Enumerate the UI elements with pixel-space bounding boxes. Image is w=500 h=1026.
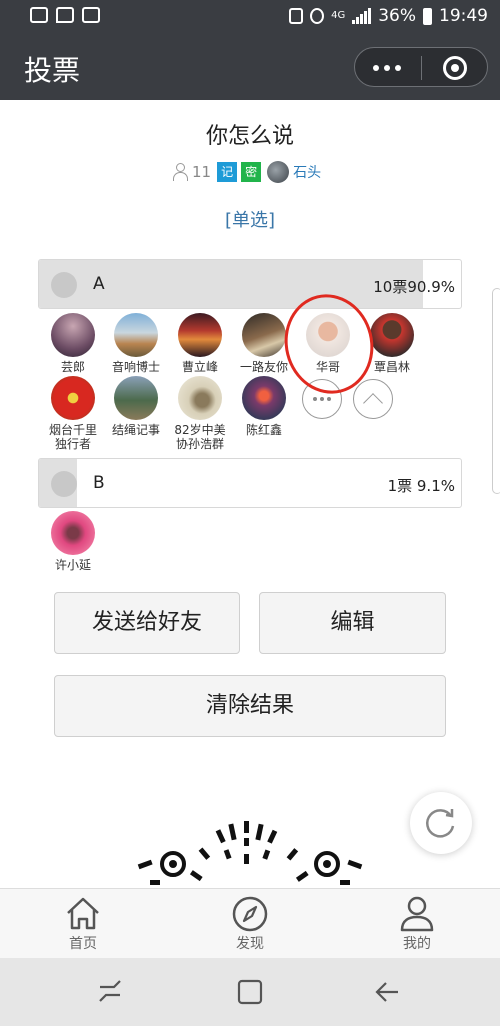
tab-home-label: 首页 — [69, 936, 97, 952]
clear-results-button[interactable]: 清除结果 — [54, 675, 446, 737]
voter[interactable]: 烟台千里 独行者 — [37, 376, 109, 451]
collapse-voters-button[interactable] — [353, 379, 393, 419]
refresh-icon — [426, 809, 455, 838]
voter-avatar — [51, 511, 95, 555]
voter-name: 音响博士 — [111, 360, 160, 374]
voter-avatar — [114, 376, 158, 420]
voter-name: 芸郎 — [60, 360, 85, 374]
option-a-radio[interactable] — [51, 272, 77, 298]
battery-icon — [423, 7, 432, 25]
secret-badge: 密 — [241, 162, 262, 182]
voter-name: 结绳记事 — [111, 423, 160, 437]
nav-title: 投票 — [24, 54, 81, 87]
voter-avatar — [114, 313, 158, 357]
voter[interactable]: 许小延 — [37, 511, 109, 572]
participant-count: 11 — [192, 163, 212, 181]
close-mini-program-icon[interactable] — [443, 56, 467, 80]
option-b[interactable]: B 1票 9.1% — [38, 458, 462, 508]
mini-program-capsule — [354, 47, 488, 87]
poll-meta: 11 记 密 石头 — [172, 160, 321, 184]
clock: 19:49 — [439, 6, 488, 26]
system-nav-bar — [0, 958, 500, 1026]
network-type: 4G — [331, 10, 346, 21]
voter-name: 许小延 — [54, 558, 91, 572]
edit-button[interactable]: 编辑 — [259, 592, 446, 654]
voter-avatar — [242, 376, 286, 420]
compass-icon — [232, 896, 268, 932]
vibrate-icon — [289, 8, 304, 24]
more-icon[interactable] — [373, 65, 401, 71]
voter[interactable]: 音响博士 — [100, 313, 172, 374]
voter-avatar — [370, 313, 414, 357]
voter-avatar — [51, 313, 95, 357]
voter-name: 82岁中美 协孙浩群 — [174, 423, 226, 451]
owner-name[interactable]: 石头 — [293, 162, 321, 182]
participants-icon — [172, 163, 188, 181]
voter[interactable]: 曹立峰 — [164, 313, 236, 374]
capsule-divider — [421, 56, 422, 80]
poll-title: 你怎么说 — [205, 124, 294, 149]
battery-percent: 36% — [378, 6, 416, 26]
owner-avatar[interactable] — [267, 161, 290, 183]
option-a[interactable]: A 10票90.9% — [38, 259, 462, 309]
voter-avatar — [51, 376, 95, 420]
nav-bar: 投票 — [0, 34, 500, 100]
voter-avatar — [242, 313, 286, 357]
home-icon — [67, 897, 99, 930]
recent-apps-icon[interactable] — [96, 979, 124, 1005]
tab-discover[interactable]: 发现 — [205, 893, 295, 953]
signal-icon — [352, 8, 372, 24]
voter-avatar — [178, 313, 222, 357]
image-icon — [82, 7, 100, 23]
record-badge: 记 — [217, 162, 238, 182]
mini-program-code — [137, 821, 363, 885]
message-icon — [56, 7, 74, 23]
poll-type: [单选] — [224, 210, 276, 231]
status-bar: 4G 36% 19:49 — [0, 0, 500, 34]
voter[interactable]: 芸郎 — [37, 313, 109, 374]
option-b-radio[interactable] — [51, 471, 77, 497]
tab-mine[interactable]: 我的 — [372, 893, 462, 953]
voter-name: 陈红鑫 — [245, 423, 282, 437]
person-icon — [400, 896, 434, 932]
home-system-icon[interactable] — [236, 978, 264, 1006]
side-scroll-handle[interactable] — [492, 288, 500, 494]
tab-discover-label: 发现 — [236, 936, 264, 952]
voter[interactable]: 陈红鑫 — [228, 376, 300, 437]
option-a-result: 10票90.9% — [373, 278, 455, 296]
tab-home[interactable]: 首页 — [38, 893, 128, 953]
app-notification-icon — [30, 7, 48, 23]
refresh-button[interactable] — [410, 792, 472, 854]
voter[interactable]: 结绳记事 — [100, 376, 172, 437]
voter-name: 烟台千里 独行者 — [48, 423, 97, 451]
option-b-result: 1票 9.1% — [387, 477, 455, 495]
more-dots-icon — [313, 397, 331, 401]
voter-avatar — [178, 376, 222, 420]
tab-mine-label: 我的 — [403, 936, 431, 952]
voter-name: 曹立峰 — [181, 360, 218, 374]
option-a-label: A — [93, 274, 105, 294]
chevron-up-icon — [363, 393, 383, 413]
back-icon[interactable] — [374, 979, 402, 1005]
option-b-label: B — [93, 473, 105, 493]
alarm-icon — [310, 8, 325, 24]
send-to-friend-button[interactable]: 发送给好友 — [54, 592, 240, 654]
voter[interactable]: 82岁中美 协孙浩群 — [164, 376, 236, 451]
tab-bar: 首页 发现 我的 — [0, 888, 500, 958]
